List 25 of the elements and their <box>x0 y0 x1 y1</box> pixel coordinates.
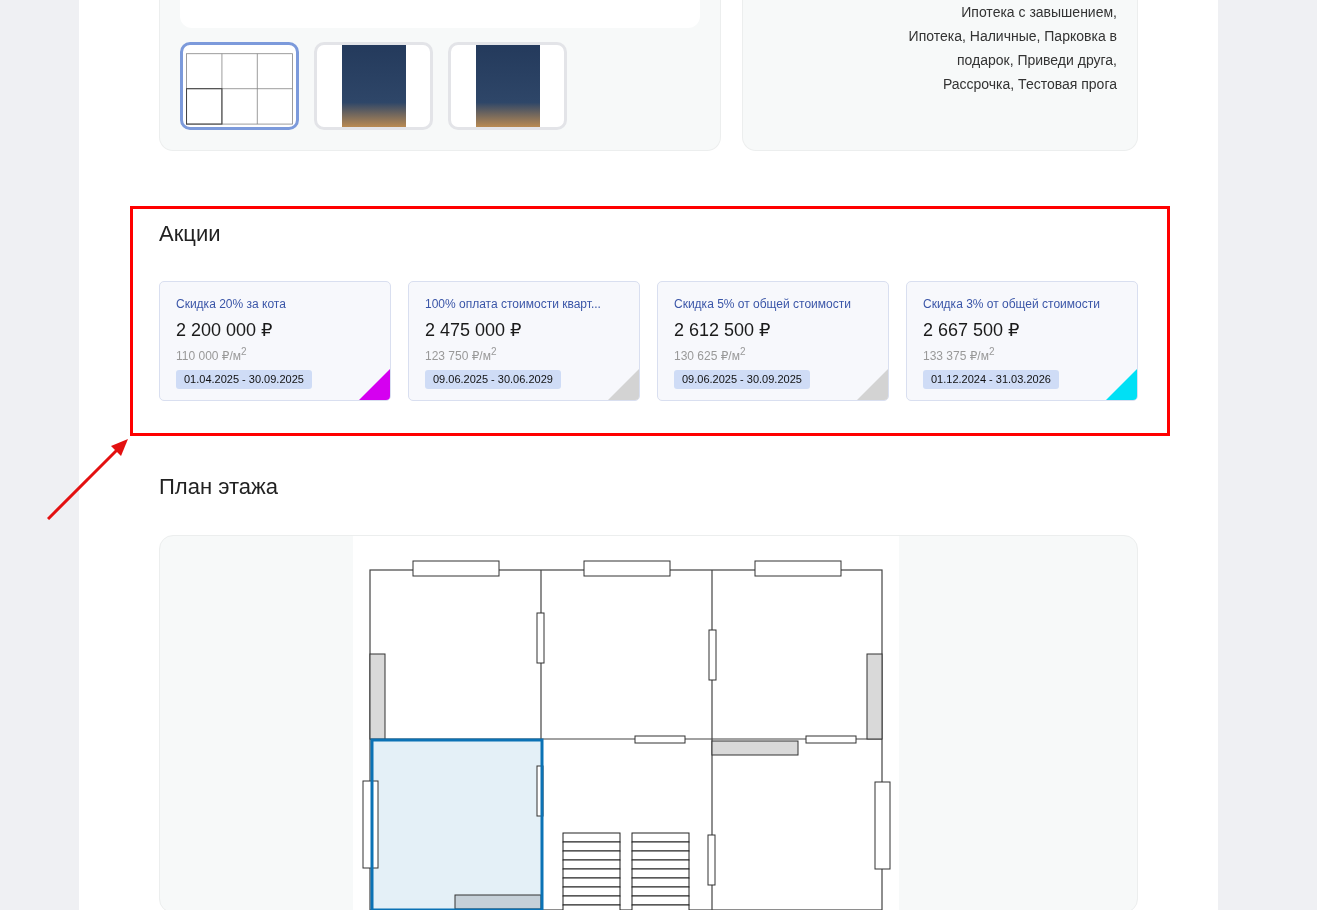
promotion-name: 100% оплата стоимости кварт... <box>425 296 601 312</box>
section-title: План этажа <box>159 473 279 501</box>
price-per-square-meter: 123 750 ₽/м$^{2}$ <box>425 345 498 364</box>
promotion-period: 09.06.2025 - 30.06.2029 <box>425 370 561 389</box>
price-per-square-meter: 110 000 ₽/м$^{2}$ <box>176 345 248 364</box>
promotion-period: 01.04.2025 - 30.09.2025 <box>176 370 312 389</box>
promotion-card[interactable]: Скидка 3% от общей стоимости 2 667 500 ₽ 133 375 ₽/м$^{2}$ 01.12.2024 - 31.03.2026 <box>906 281 1138 401</box>
promotion-name: Скидка 20% за кота <box>176 296 286 312</box>
price-per-square-meter: 130 625 ₽/м$^{2}$ <box>674 345 747 364</box>
photo-thumbnail[interactable] <box>448 42 567 130</box>
section-title: Акции <box>159 220 222 248</box>
photo-thumbnail[interactable] <box>314 42 433 130</box>
payment-methods-text: Ипотека с завышением, Ипотека, Наличные, Парковка в подарок, Приведи друга, Рассрочка, Тестовая прога <box>907 3 1117 94</box>
promotion-name: Скидка 5% от общей стоимости <box>674 296 851 312</box>
promotion-price: 2 667 500 ₽ <box>923 319 1021 342</box>
promotion-card[interactable]: Скидка 5% от общей стоимости 2 612 500 ₽ 130 625 ₽/м$^{2}$ 09.06.2025 - 30.09.2025 <box>657 281 889 401</box>
promotion-period: 01.12.2024 - 31.03.2026 <box>923 370 1059 389</box>
promotion-name: Скидка 3% от общей стоимости <box>923 296 1100 312</box>
promotion-price: 2 200 000 ₽ <box>176 319 274 342</box>
promotion-card[interactable]: 100% оплата стоимости кварт... 2 475 000 ₽ 123 750 ₽/м$^{2}$ 09.06.2025 - 30.06.2029 <box>408 281 640 401</box>
promotion-price: 2 475 000 ₽ <box>425 319 523 342</box>
price-per-square-meter: 133 375 ₽/м$^{2}$ <box>923 345 996 364</box>
promotion-card[interactable]: Скидка 20% за кота 2 200 000 ₽ 110 000 ₽/м$^{2}$ 01.04.2025 - 30.09.2025 <box>159 281 391 401</box>
promotion-price: 2 612 500 ₽ <box>674 319 772 342</box>
promotion-period: 09.06.2025 - 30.09.2025 <box>674 370 810 389</box>
